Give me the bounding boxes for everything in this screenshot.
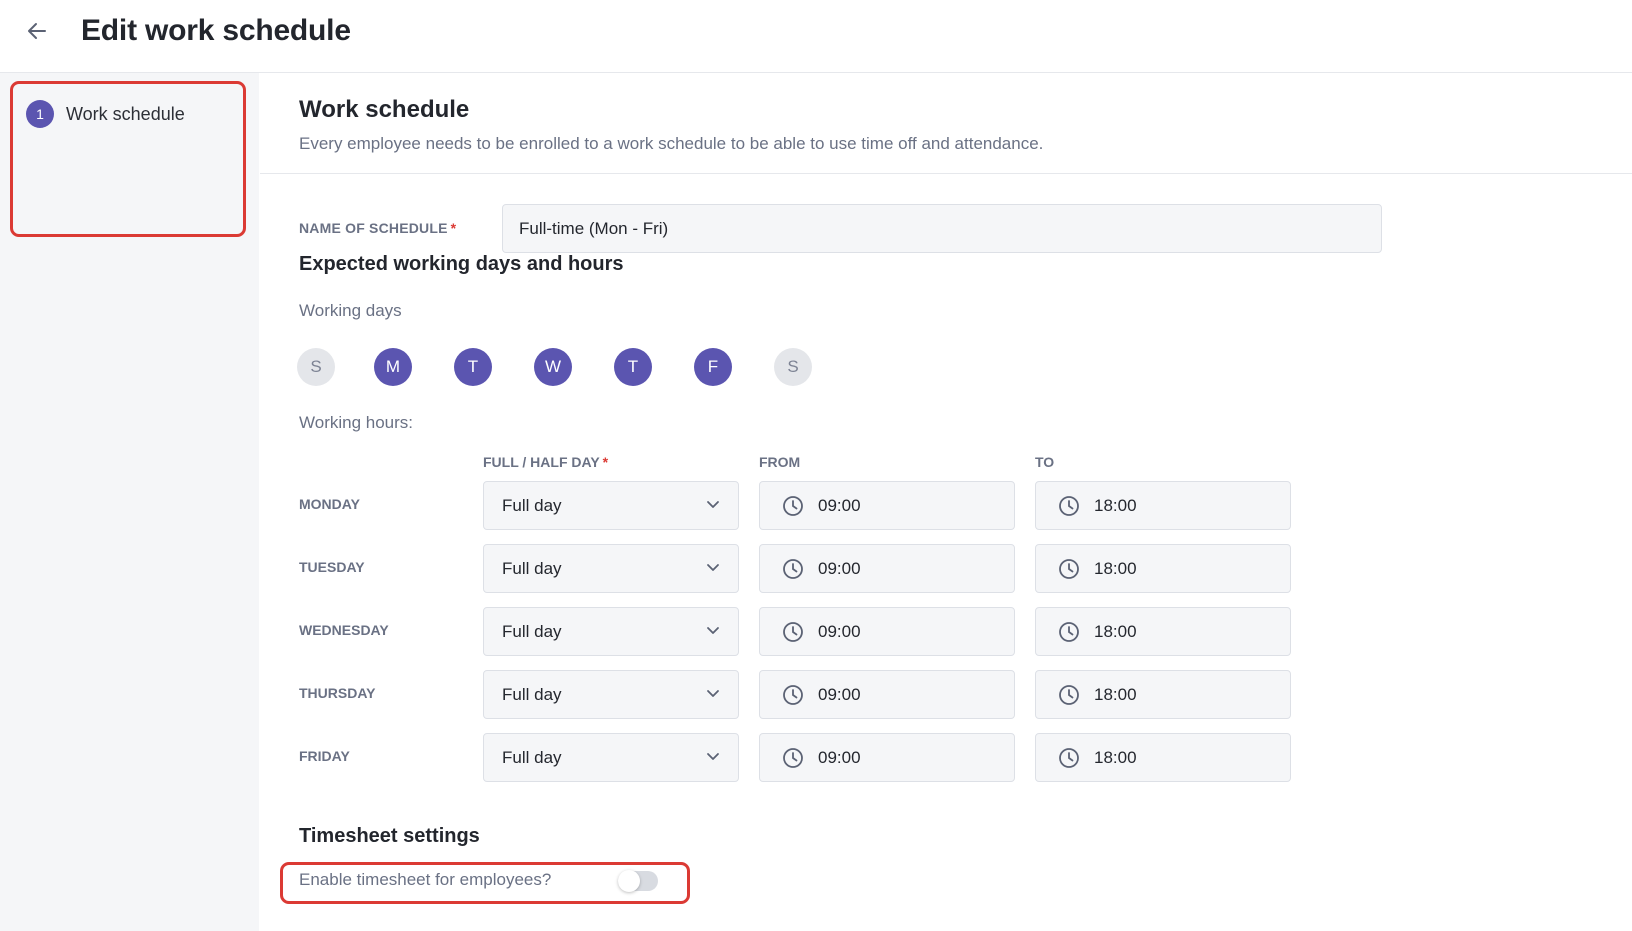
day-toggle-friday[interactable]: F	[694, 348, 732, 386]
main-content: Work schedule Every employee needs to be…	[260, 73, 1632, 931]
column-header-from: FROM	[759, 454, 801, 470]
back-button[interactable]	[22, 16, 52, 46]
sidebar-step-work-schedule[interactable]: 1 Work schedule	[26, 100, 185, 128]
time-value: 18:00	[1094, 621, 1137, 641]
clock-icon	[783, 684, 803, 705]
day-toggle-saturday[interactable]: S	[774, 348, 812, 386]
select-value: Full day	[502, 495, 562, 515]
required-mark: *	[602, 454, 609, 470]
day-type-select-friday[interactable]: Full day	[483, 733, 739, 782]
chevron-down-icon	[707, 627, 719, 634]
sidebar: 1 Work schedule	[0, 73, 259, 931]
day-toggle-thursday[interactable]: T	[614, 348, 652, 386]
row-label-monday: MONDAY	[299, 496, 360, 512]
time-value: 09:00	[818, 558, 861, 578]
time-value: 09:00	[818, 495, 861, 515]
row-label-thursday: THURSDAY	[299, 685, 376, 701]
time-value: 09:00	[818, 747, 861, 767]
working-days-label: Working days	[299, 301, 402, 320]
day-toggle-sunday[interactable]: S	[297, 348, 335, 386]
section-title: Work schedule	[299, 96, 470, 123]
time-value: 18:00	[1094, 495, 1137, 515]
day-toggle-wednesday[interactable]: W	[534, 348, 572, 386]
section-header: Work schedule Every employee needs to be…	[260, 73, 1632, 174]
time-value: 18:00	[1094, 558, 1137, 578]
to-time-input-wednesday[interactable]: 18:00	[1035, 607, 1291, 656]
to-time-input-friday[interactable]: 18:00	[1035, 733, 1291, 782]
clock-icon	[783, 621, 803, 642]
select-value: Full day	[502, 684, 562, 704]
top-bar: Edit work schedule	[0, 0, 1632, 73]
schedule-name-label: NAME OF SCHEDULE *	[299, 220, 457, 236]
section-subtitle: Every employee needs to be enrolled to a…	[299, 134, 1044, 153]
row-label-tuesday: TUESDAY	[299, 559, 365, 575]
to-time-input-tuesday[interactable]: 18:00	[1035, 544, 1291, 593]
day-type-select-tuesday[interactable]: Full day	[483, 544, 739, 593]
step-label: Work schedule	[66, 103, 185, 124]
clock-icon	[783, 558, 803, 579]
chevron-down-icon	[707, 501, 719, 508]
clock-icon	[783, 747, 803, 768]
clock-icon	[1059, 558, 1079, 579]
expected-hours-title: Expected working days and hours	[299, 253, 624, 275]
chevron-down-icon	[707, 690, 719, 697]
select-value: Full day	[502, 747, 562, 767]
timesheet-toggle-label: Enable timesheet for employees?	[299, 870, 552, 889]
column-header-type: FULL / HALF DAY *	[483, 454, 609, 470]
schedule-name-input[interactable]	[502, 204, 1382, 253]
required-mark: *	[450, 220, 457, 236]
working-hours-label: Working hours:	[299, 413, 414, 432]
time-value: 18:00	[1094, 684, 1137, 704]
clock-icon	[783, 495, 803, 516]
clock-icon	[1059, 684, 1079, 705]
arrow-left-icon	[28, 23, 46, 39]
page-title: Edit work schedule	[81, 14, 351, 47]
step-highlight-box: 1 Work schedule	[10, 81, 246, 237]
from-time-input-thursday[interactable]: 09:00	[759, 670, 1015, 719]
clock-icon	[1059, 747, 1079, 768]
select-value: Full day	[502, 558, 562, 578]
day-type-select-wednesday[interactable]: Full day	[483, 607, 739, 656]
timesheet-toggle[interactable]	[618, 870, 658, 892]
time-value: 18:00	[1094, 747, 1137, 767]
from-time-input-tuesday[interactable]: 09:00	[759, 544, 1015, 593]
chevron-down-icon	[707, 564, 719, 571]
from-time-input-friday[interactable]: 09:00	[759, 733, 1015, 782]
step-number: 1	[26, 100, 54, 128]
chevron-down-icon	[707, 753, 719, 760]
day-type-select-monday[interactable]: Full day	[483, 481, 739, 530]
to-time-input-monday[interactable]: 18:00	[1035, 481, 1291, 530]
time-value: 09:00	[818, 621, 861, 641]
to-time-input-thursday[interactable]: 18:00	[1035, 670, 1291, 719]
clock-icon	[1059, 621, 1079, 642]
toggle-knob	[618, 870, 640, 892]
day-toggle-tuesday[interactable]: T	[454, 348, 492, 386]
select-value: Full day	[502, 621, 562, 641]
time-value: 09:00	[818, 684, 861, 704]
day-type-select-thursday[interactable]: Full day	[483, 670, 739, 719]
clock-icon	[1059, 495, 1079, 516]
day-toggle-monday[interactable]: M	[374, 348, 412, 386]
row-label-wednesday: WEDNESDAY	[299, 622, 389, 638]
column-header-to: TO	[1035, 454, 1055, 470]
from-time-input-wednesday[interactable]: 09:00	[759, 607, 1015, 656]
timesheet-settings-title: Timesheet settings	[299, 825, 480, 847]
from-time-input-monday[interactable]: 09:00	[759, 481, 1015, 530]
row-label-friday: FRIDAY	[299, 748, 350, 764]
